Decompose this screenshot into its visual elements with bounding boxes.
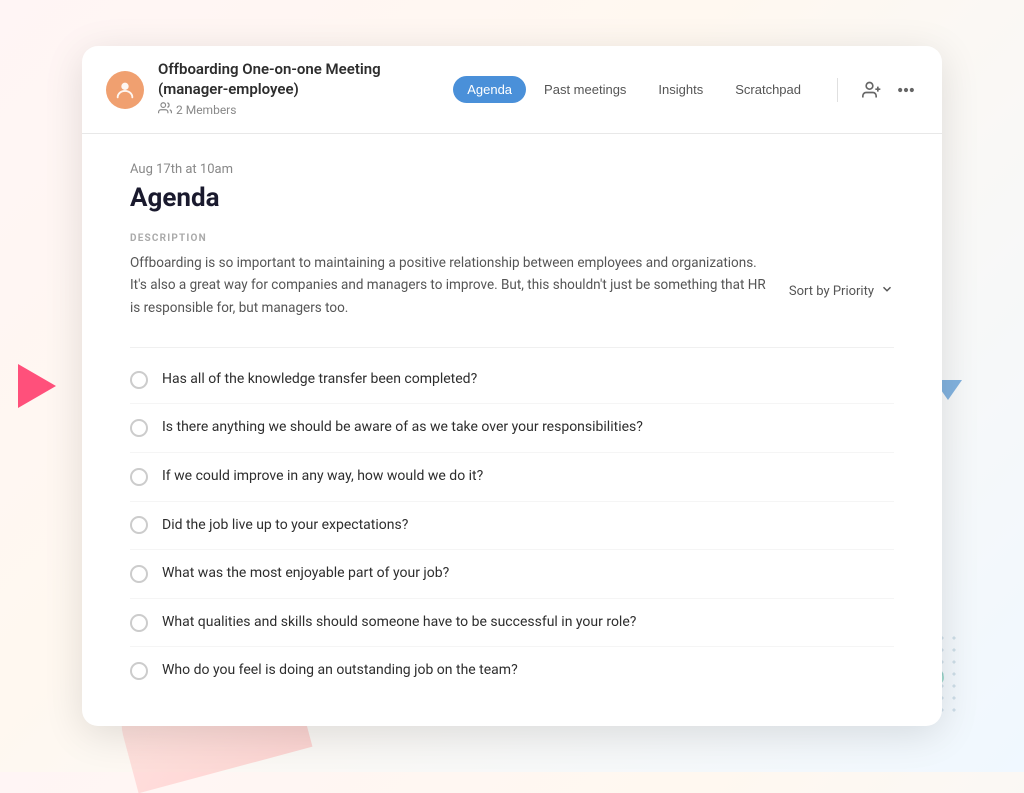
- date-label: Aug 17th at 10am: [130, 162, 894, 177]
- play-icon-decoration: [18, 364, 56, 408]
- members-row: 2 Members: [158, 101, 439, 119]
- question-item: Did the job live up to your expectations…: [130, 502, 894, 551]
- question-radio-5[interactable]: [130, 565, 148, 583]
- question-text-1: Has all of the knowledge transfer been c…: [162, 370, 477, 390]
- members-count: 2 Members: [176, 103, 236, 117]
- question-item: Who do you feel is doing an outstanding …: [130, 647, 894, 695]
- sort-row[interactable]: Sort by Priority: [789, 282, 894, 300]
- question-radio-2[interactable]: [130, 419, 148, 437]
- tab-agenda[interactable]: Agenda: [453, 76, 526, 103]
- question-radio-7[interactable]: [130, 662, 148, 680]
- question-text-2: Is there anything we should be aware of …: [162, 418, 643, 438]
- tab-insights[interactable]: Insights: [644, 76, 717, 103]
- header-actions: [860, 78, 918, 102]
- tab-scratchpad[interactable]: Scratchpad: [721, 76, 815, 103]
- question-item: What qualities and skills should someone…: [130, 599, 894, 648]
- chevron-down-icon: [880, 282, 894, 300]
- card-header: Offboarding One-on-one Meeting (manager-…: [82, 46, 942, 134]
- question-radio-4[interactable]: [130, 516, 148, 534]
- divider: [130, 347, 894, 348]
- avatar: [106, 71, 144, 109]
- meeting-title: Offboarding One-on-one Meeting (manager-…: [158, 60, 439, 99]
- question-item: Has all of the knowledge transfer been c…: [130, 356, 894, 405]
- question-radio-1[interactable]: [130, 371, 148, 389]
- header-nav: Agenda Past meetings Insights Scratchpad: [453, 76, 815, 103]
- question-text-3: If we could improve in any way, how woul…: [162, 467, 483, 487]
- questions-list: Has all of the knowledge transfer been c…: [130, 356, 894, 695]
- question-item: What was the most enjoyable part of your…: [130, 550, 894, 599]
- description-text: Offboarding is so important to maintaini…: [130, 252, 770, 319]
- nav-divider: [837, 78, 838, 102]
- question-item: Is there anything we should be aware of …: [130, 404, 894, 453]
- more-options-button[interactable]: [894, 78, 918, 102]
- add-member-button[interactable]: [860, 78, 884, 102]
- question-item: If we could improve in any way, how woul…: [130, 453, 894, 502]
- question-text-5: What was the most enjoyable part of your…: [162, 564, 449, 584]
- question-text-4: Did the job live up to your expectations…: [162, 516, 408, 536]
- sort-label: Sort by Priority: [789, 284, 874, 299]
- agenda-title: Agenda: [130, 183, 894, 213]
- question-radio-6[interactable]: [130, 614, 148, 632]
- tab-past-meetings[interactable]: Past meetings: [530, 76, 640, 103]
- section-label: DESCRIPTION: [130, 233, 894, 244]
- question-text-7: Who do you feel is doing an outstanding …: [162, 661, 518, 681]
- question-radio-3[interactable]: [130, 468, 148, 486]
- card-body: Aug 17th at 10am Agenda Sort by Priority…: [82, 134, 942, 723]
- main-card: Offboarding One-on-one Meeting (manager-…: [82, 46, 942, 726]
- members-icon: [158, 101, 172, 119]
- header-info: Offboarding One-on-one Meeting (manager-…: [158, 60, 439, 119]
- question-text-6: What qualities and skills should someone…: [162, 613, 636, 633]
